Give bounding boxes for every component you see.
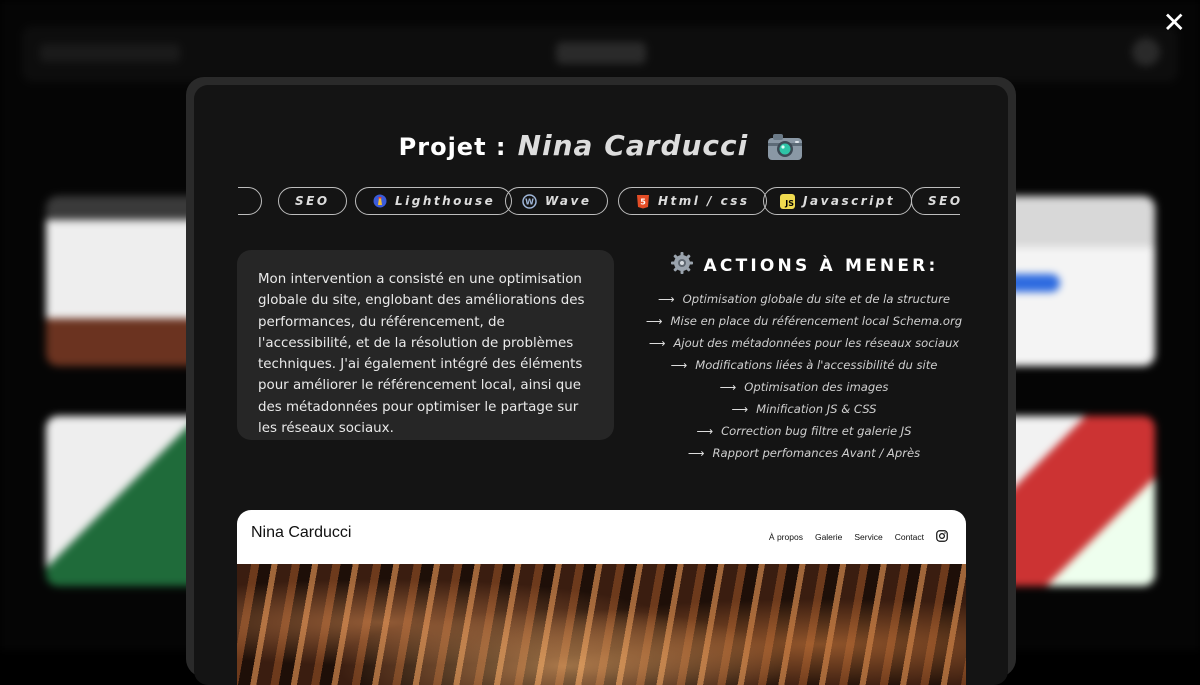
title-prefix: Projet : — [399, 133, 507, 161]
preview-nav-service[interactable]: Service — [854, 532, 882, 542]
arrow-right-icon: ⟶ — [720, 380, 737, 394]
tag-label: Html / css — [658, 194, 750, 208]
tag-label: SEO — [928, 194, 960, 208]
website-preview: Nina Carducci À propos Galerie Service C… — [237, 510, 966, 685]
arrow-right-icon: ⟶ — [671, 358, 688, 372]
tag-javascript: JS Javascript — [763, 187, 912, 215]
gear-icon — [670, 251, 694, 280]
background-menu-button — [1132, 38, 1160, 66]
tag-html-css: 5 Html / css — [618, 187, 767, 215]
tag-seo: SEO — [278, 187, 347, 215]
tag-label: Lighthouse — [395, 194, 495, 208]
preview-nav: À propos Galerie Service Contact — [769, 530, 948, 544]
preview-hero-photo — [237, 564, 966, 685]
js-icon: JS — [780, 194, 795, 209]
project-name: Nina Carducci — [518, 129, 749, 162]
tag-lighthouse: Lighthouse — [355, 187, 512, 215]
action-item: ⟶ Rapport perfomances Avant / Après — [634, 442, 974, 464]
project-description: Mon intervention a consisté en une optim… — [258, 269, 594, 439]
camera-icon — [767, 133, 803, 165]
project-modal: Projet : Nina Carducci SEO Lighthouse — [194, 85, 1008, 685]
actions-heading: ACTIONS À MENER: — [634, 251, 974, 280]
svg-text:W: W — [525, 197, 534, 206]
action-text: Minification JS & CSS — [756, 402, 876, 416]
preview-nav-about[interactable]: À propos — [769, 532, 803, 542]
arrow-right-icon: ⟶ — [731, 402, 748, 416]
tag-label: Javascript — [803, 194, 895, 208]
action-text: Optimisation des images — [744, 380, 888, 394]
modal-title: Projet : Nina Carducci — [194, 129, 1008, 165]
action-text: Ajout des métadonnées pour les réseaux s… — [673, 336, 959, 350]
actions-title: ACTIONS À MENER: — [704, 256, 939, 276]
background-nav — [556, 42, 646, 64]
tag-wave: W Wave — [505, 187, 608, 215]
preview-brand: Nina Carducci — [251, 524, 351, 542]
action-item: ⟶ Modifications liées à l'accessibilité d… — [634, 354, 974, 376]
close-modal-button[interactable]: ✕ — [1163, 6, 1186, 39]
arrow-right-icon: ⟶ — [646, 314, 663, 328]
arrow-right-icon: ⟶ — [688, 446, 705, 460]
wave-icon: W — [522, 194, 537, 209]
html5-icon: 5 — [635, 194, 650, 209]
action-item: ⟶ Minification JS & CSS — [634, 398, 974, 420]
action-item: ⟶ Correction bug filtre et galerie JS — [634, 420, 974, 442]
action-item: ⟶ Optimisation des images — [634, 376, 974, 398]
action-item: ⟶ Mise en place du référencement local Sc… — [634, 310, 974, 332]
background-logo — [40, 44, 180, 62]
action-text: Correction bug filtre et galerie JS — [721, 424, 911, 438]
tag-seo: SEO — [911, 187, 960, 215]
action-item: ⟶ Optimisation globale du site et de la s… — [634, 288, 974, 310]
action-text: Modifications liées à l'accessibilité du… — [695, 358, 937, 372]
tag-label: Wave — [545, 194, 591, 208]
action-text: Optimisation globale du site et de la st… — [683, 292, 950, 306]
instagram-icon[interactable] — [936, 530, 948, 544]
tag-seo-partial — [238, 187, 262, 215]
actions-list: ⟶ Optimisation globale du site et de la s… — [634, 288, 974, 464]
lighthouse-icon — [372, 194, 387, 209]
action-item: ⟶ Ajout des métadonnées pour les réseaux … — [634, 332, 974, 354]
action-text: Mise en place du référencement local Sch… — [671, 314, 963, 328]
arrow-right-icon: ⟶ — [658, 292, 675, 306]
action-text: Rapport perfomances Avant / Après — [712, 446, 920, 460]
tag-label: SEO — [295, 194, 330, 208]
svg-text:5: 5 — [640, 197, 646, 206]
description-card: Mon intervention a consisté en une optim… — [237, 250, 614, 440]
tech-tags-carousel[interactable]: SEO Lighthouse W Wave 5 Html / css JS Ja… — [238, 187, 960, 217]
arrow-right-icon: ⟶ — [649, 336, 666, 350]
arrow-right-icon: ⟶ — [696, 424, 713, 438]
preview-nav-contact[interactable]: Contact — [895, 532, 924, 542]
preview-nav-gallery[interactable]: Galerie — [815, 532, 842, 542]
